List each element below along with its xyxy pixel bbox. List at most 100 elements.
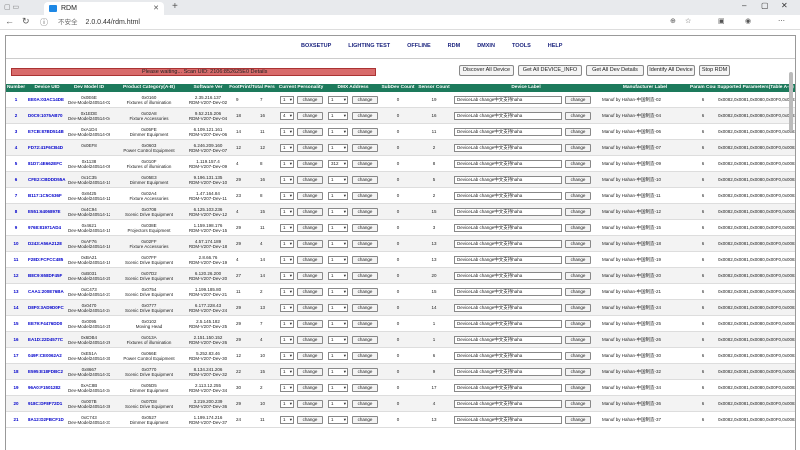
label-change-button[interactable]: change xyxy=(565,160,591,168)
personality-change-button[interactable]: change xyxy=(297,144,323,152)
device-uid[interactable]: 9768:81971AD4 xyxy=(26,220,68,236)
browser-tab[interactable]: RDM ✕ xyxy=(44,2,164,15)
personality-select[interactable]: 1 xyxy=(280,160,294,168)
device-label-input[interactable]: DeviceLab change中文支持haha xyxy=(454,144,562,152)
personality-select[interactable]: 1 xyxy=(280,368,294,376)
info-icon[interactable]: ⓘ xyxy=(40,17,48,28)
dmx-change-button[interactable]: change xyxy=(352,224,378,232)
dmx-address-select[interactable]: 1 xyxy=(328,320,348,328)
device-uid[interactable]: 918C:DF8F72D1 xyxy=(26,396,68,412)
label-change-button[interactable]: change xyxy=(565,224,591,232)
label-change-button[interactable]: change xyxy=(565,272,591,280)
dmx-address-select[interactable]: 1 xyxy=(328,96,348,104)
dmx-change-button[interactable]: change xyxy=(352,144,378,152)
label-change-button[interactable]: change xyxy=(565,336,591,344)
personality-change-button[interactable]: change xyxy=(297,240,323,248)
personality-change-button[interactable]: change xyxy=(297,416,323,424)
device-uid[interactable]: 8A12:D2FBCF1D xyxy=(26,412,68,428)
personality-change-button[interactable]: change xyxy=(297,368,323,376)
personality-select[interactable]: 1 xyxy=(280,288,294,296)
dmx-change-button[interactable]: change xyxy=(352,352,378,360)
get-all-device-info-button[interactable]: Get All DEVICE_INFO xyxy=(518,65,582,76)
dmx-change-button[interactable]: change xyxy=(352,288,378,296)
dmx-address-select[interactable]: 1 xyxy=(328,304,348,312)
device-label-input[interactable]: DeviceLab change中文支持haha xyxy=(454,368,562,376)
refresh-icon[interactable]: ↻ xyxy=(22,16,30,27)
back-icon[interactable]: ← xyxy=(5,16,14,26)
dmx-change-button[interactable]: change xyxy=(352,112,378,120)
dmx-address-select[interactable]: 1 xyxy=(328,128,348,136)
personality-change-button[interactable]: change xyxy=(297,384,323,392)
menu-item-dmxin[interactable]: DMXIN xyxy=(477,43,495,49)
vertical-scrollbar[interactable] xyxy=(789,72,793,132)
personality-change-button[interactable]: change xyxy=(297,128,323,136)
personality-select[interactable]: 1 xyxy=(280,240,294,248)
dmx-change-button[interactable]: change xyxy=(352,240,378,248)
new-tab-icon[interactable]: + xyxy=(172,1,178,12)
label-change-button[interactable]: change xyxy=(565,416,591,424)
dmx-change-button[interactable]: change xyxy=(352,336,378,344)
dmx-address-select[interactable]: 1 xyxy=(328,240,348,248)
menu-item-help[interactable]: HELP xyxy=(548,43,563,49)
device-label-input[interactable]: DeviceLab change中文支持haha xyxy=(454,176,562,184)
device-label-input[interactable]: DeviceLab change中文支持haha xyxy=(454,96,562,104)
favorite-icon[interactable]: ☆ xyxy=(685,17,691,25)
menu-item-rdm[interactable]: RDM xyxy=(448,43,461,49)
menu-item-lighting-test[interactable]: LIGHTING TEST xyxy=(348,43,390,49)
dmx-change-button[interactable]: change xyxy=(352,176,378,184)
personality-change-button[interactable]: change xyxy=(297,400,323,408)
device-uid[interactable]: F28D:FCFCC485 xyxy=(26,252,68,268)
maximize-icon[interactable]: ▢ xyxy=(761,1,769,10)
dmx-change-button[interactable]: change xyxy=(352,96,378,104)
device-label-input[interactable]: DeviceLab change中文支持haha xyxy=(454,256,562,264)
label-change-button[interactable]: change xyxy=(565,112,591,120)
label-change-button[interactable]: change xyxy=(565,128,591,136)
device-label-input[interactable]: DeviceLab change中文支持haha xyxy=(454,240,562,248)
label-change-button[interactable]: change xyxy=(565,288,591,296)
device-uid[interactable]: E551:6406897E xyxy=(26,204,68,220)
dmx-change-button[interactable]: change xyxy=(352,368,378,376)
label-change-button[interactable]: change xyxy=(565,368,591,376)
minimize-icon[interactable]: – xyxy=(742,1,746,10)
label-change-button[interactable]: change xyxy=(565,208,591,216)
label-change-button[interactable]: change xyxy=(565,400,591,408)
dmx-address-select[interactable]: 312 xyxy=(328,160,348,168)
dmx-address-select[interactable]: 1 xyxy=(328,384,348,392)
personality-change-button[interactable]: change xyxy=(297,192,323,200)
device-label-input[interactable]: DeviceLab change中文支持haha xyxy=(454,272,562,280)
device-uid[interactable]: 049F:CE0062A2 xyxy=(26,348,68,364)
personality-select[interactable]: 1 xyxy=(280,336,294,344)
label-change-button[interactable]: change xyxy=(565,352,591,360)
personality-select[interactable]: 1 xyxy=(280,400,294,408)
personality-change-button[interactable]: change xyxy=(297,256,323,264)
dmx-change-button[interactable]: change xyxy=(352,384,378,392)
personality-change-button[interactable]: change xyxy=(297,224,323,232)
label-change-button[interactable]: change xyxy=(565,320,591,328)
url-field[interactable]: 不安全 2.0.0.44/rdm.html xyxy=(58,17,678,28)
dmx-address-select[interactable]: 1 xyxy=(328,176,348,184)
label-change-button[interactable]: change xyxy=(565,144,591,152)
more-icon[interactable]: ⋯ xyxy=(778,17,785,25)
personality-change-button[interactable]: change xyxy=(297,288,323,296)
dmx-address-select[interactable]: 1 xyxy=(328,192,348,200)
dmx-change-button[interactable]: change xyxy=(352,192,378,200)
personality-select[interactable]: 1 xyxy=(280,208,294,216)
label-change-button[interactable]: change xyxy=(565,192,591,200)
personality-select[interactable]: 1 xyxy=(280,96,294,104)
device-label-input[interactable]: DeviceLab change中文支持haha xyxy=(454,208,562,216)
device-uid[interactable]: EE0A:03AC14DE xyxy=(26,92,68,108)
device-uid[interactable]: B8C9:658DF45F xyxy=(26,268,68,284)
personality-select[interactable]: 1 xyxy=(280,224,294,232)
menu-item-tools[interactable]: TOOLS xyxy=(512,43,531,49)
personality-select[interactable]: 1 xyxy=(280,272,294,280)
dmx-address-select[interactable]: 1 xyxy=(328,368,348,376)
personality-change-button[interactable]: change xyxy=(297,176,323,184)
zoom-icon[interactable]: ⊕ xyxy=(670,17,676,25)
label-change-button[interactable]: change xyxy=(565,176,591,184)
device-uid[interactable]: 81D7:4E662EFC xyxy=(26,156,68,172)
device-uid[interactable]: E7CB:87BD514B xyxy=(26,124,68,140)
profile-icon[interactable]: ◉ xyxy=(745,17,751,25)
device-label-input[interactable]: DeviceLab change中文支持haha xyxy=(454,336,562,344)
device-uid[interactable]: E595:E18FDBC2 xyxy=(26,364,68,380)
dmx-change-button[interactable]: change xyxy=(352,208,378,216)
